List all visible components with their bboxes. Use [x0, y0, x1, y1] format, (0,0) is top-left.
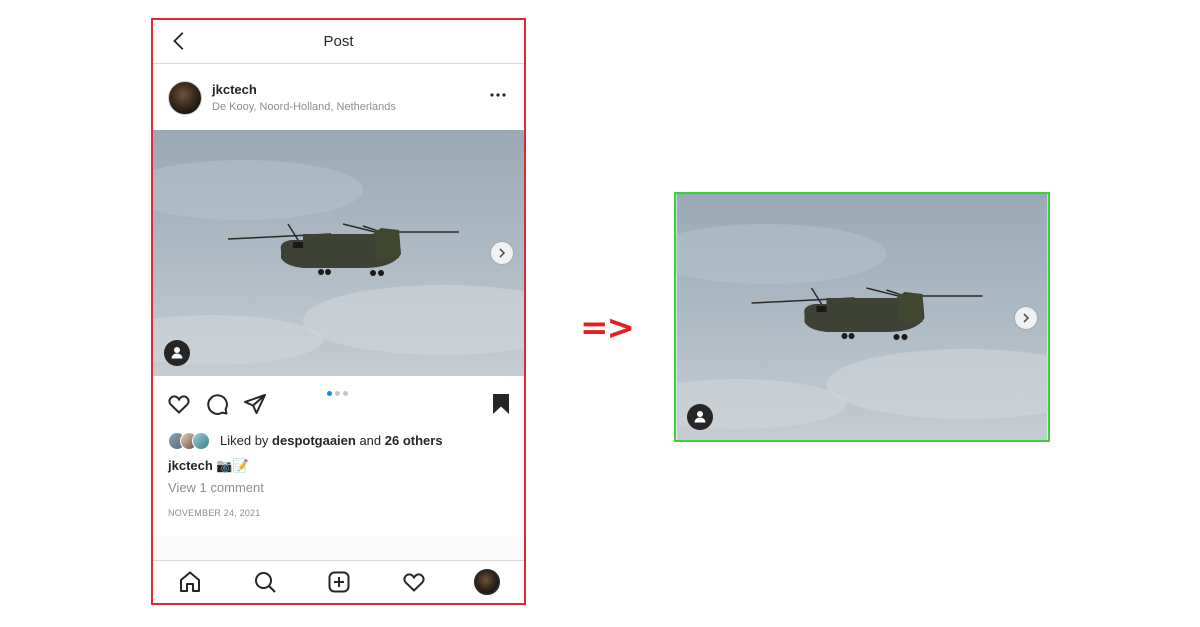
more-options-icon[interactable]	[488, 87, 508, 103]
post-username[interactable]: jkctech	[212, 82, 257, 97]
likes-text: Liked by despotgaaien and 26 others	[220, 433, 443, 448]
view-comments-link[interactable]: View 1 comment	[168, 480, 264, 495]
tagged-users-button[interactable]	[164, 340, 190, 366]
tagged-users-button[interactable]	[687, 404, 713, 430]
post-screen: Post jkctech De Kooy, Noord-Holland, Net…	[151, 18, 526, 605]
likes-middle: and	[355, 433, 385, 448]
activity-heart-icon[interactable]	[402, 570, 426, 594]
profile-avatar[interactable]	[474, 569, 500, 595]
user-icon	[171, 347, 183, 359]
likes-others-link[interactable]: 26 others	[385, 433, 443, 448]
cropped-photo	[674, 192, 1050, 442]
like-heart-icon[interactable]	[167, 392, 191, 416]
carousel-dot	[343, 391, 348, 396]
post-photo[interactable]	[153, 130, 524, 376]
caption-text: 📷📝	[212, 458, 249, 473]
avatar[interactable]	[168, 81, 202, 115]
top-bar: Post	[153, 20, 524, 64]
comment-icon[interactable]	[205, 392, 229, 416]
post-date: NOVEMBER 24, 2021	[168, 508, 261, 518]
liker-username[interactable]: despotgaaien	[272, 433, 356, 448]
carousel-indicator	[327, 391, 351, 397]
share-send-icon[interactable]	[243, 392, 267, 416]
next-image-button[interactable]	[491, 242, 513, 264]
chevron-right-icon	[499, 248, 506, 258]
post-actions: Liked by despotgaaien and 26 others jkct…	[153, 376, 524, 536]
carousel-dot	[335, 391, 340, 396]
bottom-nav	[153, 560, 524, 603]
caption-username[interactable]: jkctech	[168, 458, 213, 473]
user-icon	[694, 411, 706, 423]
transform-arrow: =>	[580, 308, 635, 348]
chevron-right-icon	[1023, 313, 1030, 323]
post-caption: jkctech 📷📝	[168, 458, 249, 474]
post-header: jkctech De Kooy, Noord-Holland, Netherla…	[153, 64, 524, 130]
helicopter-photo	[153, 130, 524, 376]
helicopter-photo-crop	[676, 194, 1048, 440]
post-location[interactable]: De Kooy, Noord-Holland, Netherlands	[212, 101, 396, 113]
liker-avatar[interactable]	[192, 432, 210, 450]
page-title: Post	[323, 33, 354, 50]
carousel-dot-active	[327, 391, 332, 396]
likes-prefix: Liked by	[220, 433, 273, 448]
save-bookmark-icon[interactable]	[489, 392, 513, 416]
new-post-icon[interactable]	[327, 570, 351, 594]
home-icon[interactable]	[178, 570, 202, 594]
search-icon[interactable]	[253, 570, 277, 594]
next-image-button[interactable]	[1015, 307, 1037, 329]
